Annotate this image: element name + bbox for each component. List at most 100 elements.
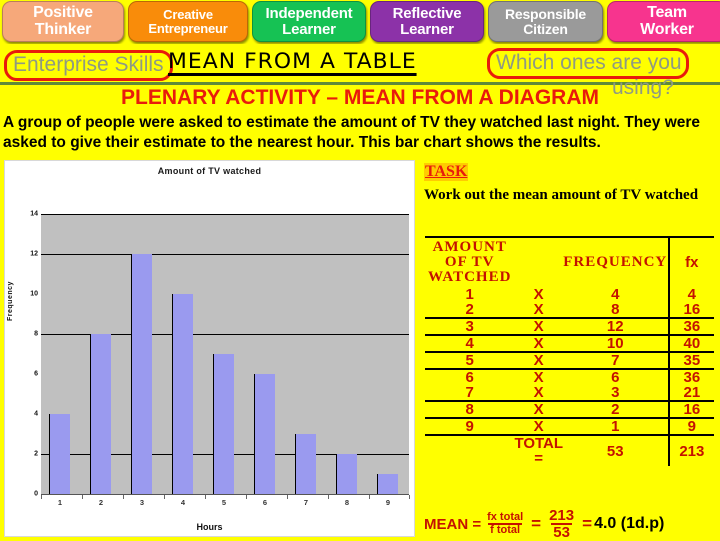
x-tickmark-8: [369, 495, 370, 499]
bar-7: [296, 434, 316, 494]
x-tickmark-0: [41, 495, 42, 499]
enterprise-skills-callout: Enterprise Skills: [4, 50, 173, 81]
header-amount: AMOUNT OF TV WATCHED: [425, 236, 515, 287]
skill-badge-positive-thinker[interactable]: Positive Thinker: [2, 1, 124, 42]
intro-paragraph: A group of people were asked to estimate…: [3, 114, 701, 152]
x-tick-6: 6: [262, 498, 268, 507]
fraction-numerator: 213: [549, 507, 575, 524]
fraction-213-over-53: 213 53: [547, 508, 576, 540]
y-tick-14: 14: [30, 210, 38, 218]
cell-fx: 16: [667, 302, 714, 318]
x-tickmark-6: [287, 495, 288, 499]
skill-label-line1: Positive: [33, 4, 93, 22]
skill-badge-reflective-learner[interactable]: Reflective Learner: [370, 1, 484, 42]
cell-multiply: X: [514, 351, 563, 369]
skill-label-line2: Learner: [282, 20, 336, 38]
which-ones-line1: Which ones are you: [496, 51, 682, 74]
title-band: Enterprise Skills MEAN FROM A TABLE Whic…: [0, 44, 720, 114]
gridline-12: [41, 253, 409, 255]
cell-multiply: X: [533, 286, 544, 303]
cell-frequency: 3: [611, 384, 620, 401]
x-tick-8: 8: [344, 498, 350, 507]
x-tickmark-9: [409, 495, 410, 499]
table-row: 5 X 7 35: [425, 351, 714, 369]
table-header-row: AMOUNT OF TV WATCHED FREQUENCY fx: [425, 236, 714, 287]
bar-1: [50, 414, 70, 494]
cell-frequency: 10: [562, 334, 669, 352]
cell-multiply: X: [514, 417, 563, 435]
cell-amount: 9: [425, 417, 515, 435]
cell-multiply: X: [514, 400, 563, 418]
y-tick-12: 12: [30, 250, 38, 258]
cell-amount: 5: [425, 351, 515, 369]
skill-label-line2: Worker: [640, 20, 694, 38]
cell-amount: 8: [425, 400, 515, 418]
bar-5: [214, 354, 234, 494]
cell-frequency: 1: [562, 417, 669, 435]
chart-title: Amount of TV watched: [157, 166, 262, 176]
equals-sign-2: =: [582, 514, 593, 533]
x-tick-7: 7: [303, 498, 309, 507]
bar-8: [337, 454, 357, 494]
gridline-14: [41, 214, 409, 215]
skills-banner: Positive Thinker Creative Entrepreneur I…: [0, 0, 720, 44]
bar-3: [132, 254, 152, 494]
cell-fx: 36: [667, 368, 714, 385]
skill-label-line1: Reflective: [392, 5, 462, 23]
table-row: 4 X 10 40: [425, 334, 714, 352]
x-tickmark-1: [82, 495, 83, 499]
cell-multiply: X: [514, 368, 563, 385]
cell-amount: 4: [425, 334, 515, 352]
fraction-denominator: f total: [488, 523, 523, 536]
cell-multiply: X: [533, 384, 544, 401]
cell-frequency: 8: [611, 301, 620, 318]
total-spacer: [425, 434, 515, 466]
x-tickmark-3: [164, 495, 165, 499]
cell-fx: 35: [667, 351, 714, 369]
cell-frequency: 12: [562, 317, 669, 335]
cell-fx: 4: [667, 287, 714, 302]
header-fx: fx: [667, 236, 714, 287]
header-amount-l2: OF TV: [444, 254, 495, 270]
y-tick-4: 4: [34, 410, 38, 418]
skill-badge-team-worker[interactable]: Team Worker: [607, 1, 720, 42]
chart-y-axis-label: Frequency: [7, 281, 14, 321]
cell-amount: 7: [465, 384, 474, 401]
cell-amount: 2: [465, 301, 474, 318]
x-tick-9: 9: [385, 498, 391, 507]
y-tick-10: 10: [30, 290, 38, 298]
total-fx: 213: [667, 434, 714, 466]
y-tick-2: 2: [34, 450, 38, 458]
skill-label-line2: Learner: [400, 20, 454, 38]
bar-4: [173, 294, 193, 494]
skill-label-line1: Independent: [265, 5, 353, 23]
skill-label-line2: Citizen: [523, 20, 568, 37]
x-tick-4: 4: [180, 498, 186, 507]
skill-label-line1: Creative: [163, 7, 213, 23]
y-tick-8: 8: [34, 330, 38, 338]
table-total-row: TOTAL = 53 213: [425, 434, 714, 466]
y-tick-0: 0: [34, 490, 38, 498]
cell-frequency: 6: [562, 368, 669, 385]
x-tick-5: 5: [221, 498, 227, 507]
cell-multiply: X: [514, 317, 563, 335]
table-row: 6 X 6 36: [425, 368, 714, 385]
task-body: Work out the mean amount of TV watched: [424, 187, 699, 203]
bar-2: [91, 334, 111, 494]
skill-label-line1: Responsible: [504, 6, 587, 23]
x-tickmark-4: [205, 495, 206, 499]
skill-badge-creative-entrepreneur[interactable]: Creative Entrepreneur: [128, 1, 248, 42]
x-tickmark-2: [123, 495, 124, 499]
chart-plot-area: 0 2 4 6 8 10 12 14: [30, 211, 409, 498]
cell-amount: 1: [465, 286, 474, 303]
skill-badge-independent-learner[interactable]: Independent Learner: [252, 1, 366, 42]
cell-frequency: 2: [562, 400, 669, 418]
cell-fx: 9: [667, 417, 714, 435]
skill-badge-responsible-citizen[interactable]: Responsible Citizen: [488, 1, 603, 42]
equals-sign-1: =: [531, 514, 542, 533]
x-tick-3: 3: [139, 498, 145, 507]
fraction-denominator: 53: [551, 523, 572, 541]
fraction-numerator: fx total: [487, 511, 524, 523]
y-tick-6: 6: [34, 370, 38, 378]
chart-x-axis: [41, 494, 409, 495]
